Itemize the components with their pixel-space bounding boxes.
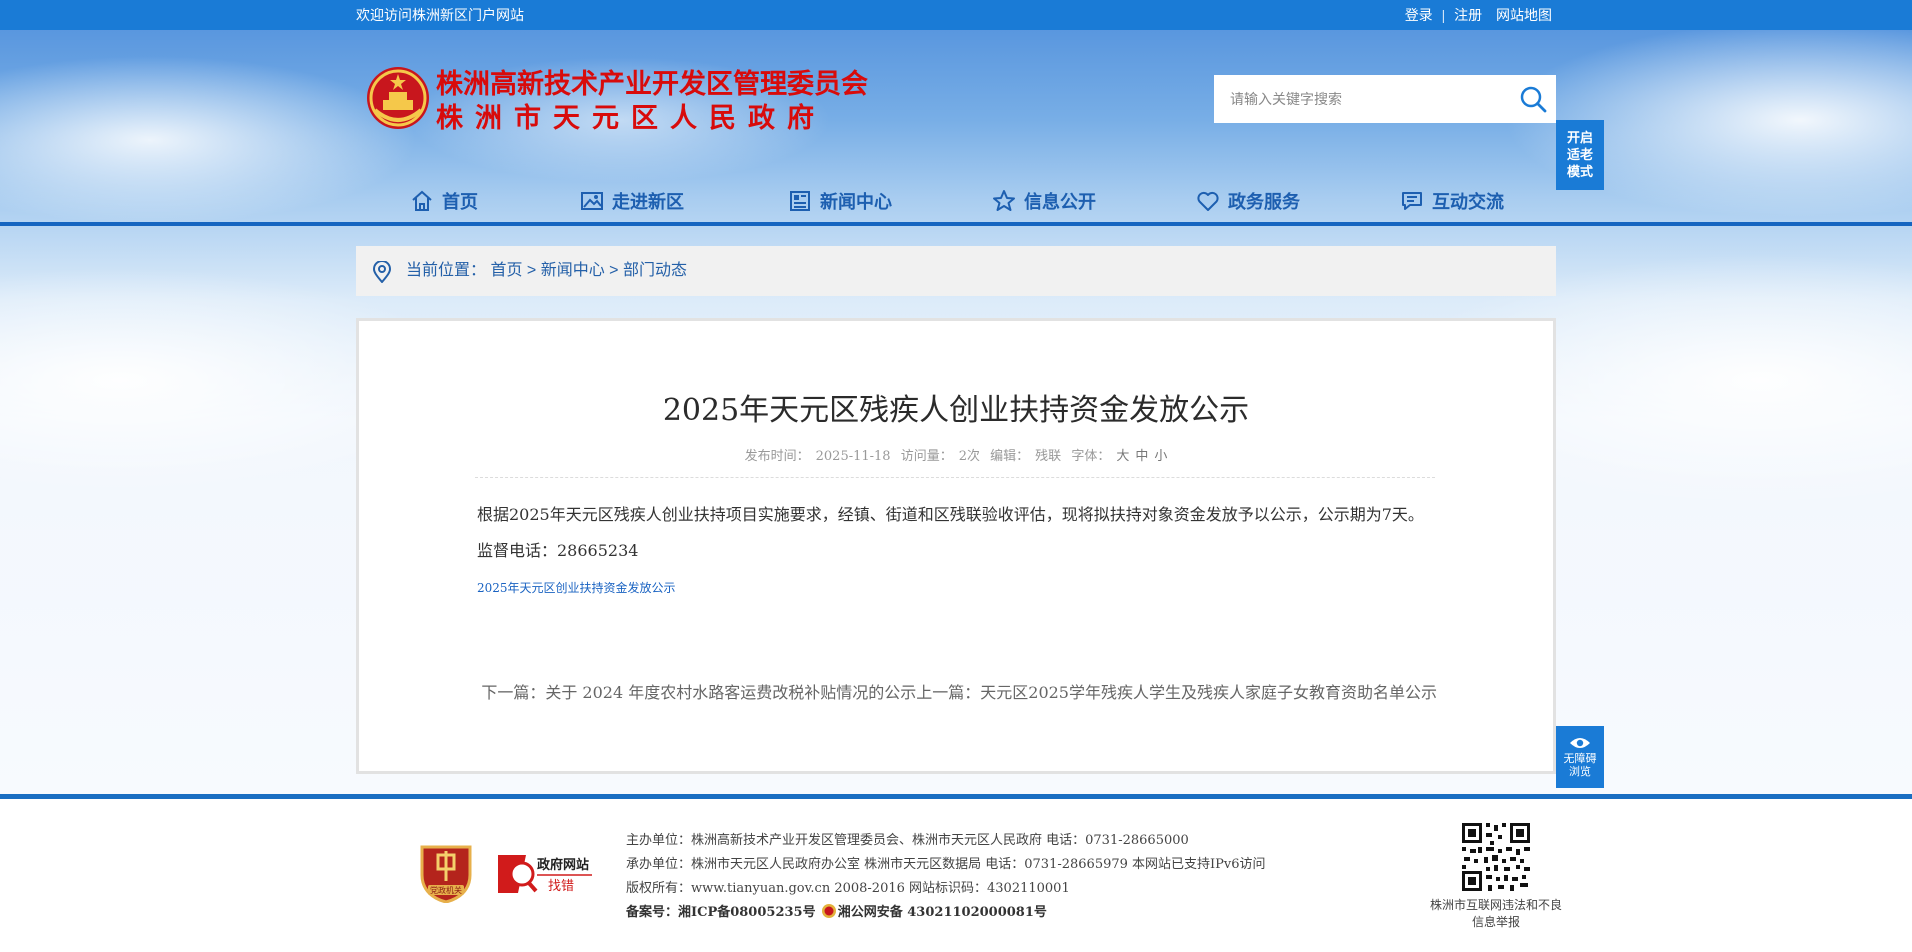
nav-item-about[interactable]: 走进新区 (580, 180, 684, 222)
font-size-label: 字体： (1071, 449, 1111, 464)
report-link[interactable]: 株洲市互联网违法和不良信息举报 (1426, 897, 1566, 931)
location-pin-icon (372, 261, 392, 283)
footer-info: 主办单位：株洲高新技术产业开发区管理委员会、株洲市天元区人民政府 电话：0731… (626, 829, 1266, 925)
footer-copyright: 版权所有：www.tianyuan.gov.cn 2008-2016 网站标识码… (626, 881, 1070, 896)
elder-mode-button[interactable]: 开启适老模式 (1556, 120, 1604, 190)
prev-label: 上一篇： (916, 683, 981, 702)
site-title-line2: 株洲市天元区人民政府 (436, 103, 826, 134)
prev-article-link[interactable]: 天元区2025学年残疾人学生及残疾人家庭子女教育资助名单公示 (980, 683, 1437, 702)
login-link[interactable]: 登录 (1405, 7, 1433, 23)
main-nav: 首页 走进新区 新闻中心 信息公开 政务服务 互动交流 (356, 180, 1552, 222)
chat-icon (1402, 192, 1422, 210)
article-pager: 下一篇：关于 2024 年度农村水路客运费改税补贴情况的公示上一篇：天元区202… (481, 679, 1437, 703)
gov-site-error-report-badge[interactable]: 政府网站 找错 (496, 851, 594, 897)
editor-label: 编辑： (990, 449, 1030, 464)
eye-icon (1570, 738, 1590, 748)
attachment-link[interactable]: 2025年天元区创业扶持资金发放公示 (477, 579, 676, 596)
meta-divider (475, 477, 1435, 478)
views-count: 2次 (958, 449, 981, 464)
qr-code (1460, 821, 1532, 893)
editor-name: 残联 (1035, 449, 1062, 464)
nav-label-services: 政务服务 (1228, 192, 1300, 213)
elder-mode-label: 开启适老模式 (1566, 131, 1593, 180)
nav-item-disclosure[interactable]: 信息公开 (992, 180, 1096, 222)
nav-label-news: 新闻中心 (820, 192, 892, 213)
breadcrumb-current-link[interactable]: 部门动态 (623, 262, 687, 279)
footer-host: 主办单位：株洲高新技术产业开发区管理委员会、株洲市天元区人民政府 电话：0731… (626, 833, 1189, 848)
next-label: 下一篇： (481, 683, 546, 702)
nav-divider (0, 222, 1912, 226)
nav-label-disclosure: 信息公开 (1024, 192, 1096, 213)
site-title: 株洲高新技术产业开发区管理委员会 株洲市天元区人民政府 (436, 68, 868, 136)
nav-item-news[interactable]: 新闻中心 (788, 180, 892, 222)
sitemap-link[interactable]: 网站地图 (1496, 7, 1552, 23)
breadcrumb-separator: > (522, 262, 541, 279)
icp-link[interactable]: 湘ICP备08005235号 (678, 905, 816, 920)
site-title-line1: 株洲高新技术产业开发区管理委员会 (436, 69, 868, 100)
article-panel: 2025年天元区残疾人创业扶持资金发放公示 发布时间： 2025-11-18 访问… (356, 318, 1556, 774)
top-links-separator: | (1441, 7, 1446, 23)
picture-icon (581, 192, 603, 210)
nav-item-services[interactable]: 政务服务 (1196, 180, 1300, 222)
breadcrumb-label: 当前位置： (406, 262, 487, 279)
views-label: 访问量： (900, 449, 953, 464)
gov-site-badge-text: 政府网站 (537, 857, 589, 873)
font-large-button[interactable]: 大 (1116, 449, 1129, 464)
nav-label-interaction: 互动交流 (1432, 192, 1504, 213)
breadcrumb-home-link[interactable]: 首页 (490, 262, 522, 279)
police-record-link[interactable]: 湘公网安备 43021102000081号 (838, 905, 1047, 920)
nav-label-about: 走进新区 (612, 192, 684, 213)
newspaper-icon (790, 191, 810, 211)
article-meta: 发布时间： 2025-11-18 访问量： 2次 编辑： 残联 字体： 大中小 (359, 445, 1553, 464)
accessibility-button[interactable]: 无障碍浏览 (1556, 726, 1604, 788)
font-medium-button[interactable]: 中 (1135, 449, 1148, 464)
breadcrumb-separator: > (604, 262, 623, 279)
icp-label: 备案号： (626, 905, 679, 920)
next-article-link[interactable]: 关于 2024 年度农村水路客运费改税补贴情况的公示 (545, 683, 916, 702)
national-emblem-logo[interactable] (365, 64, 431, 132)
nav-label-home: 首页 (442, 192, 478, 213)
police-badge-icon (821, 904, 836, 918)
party-government-badge[interactable]: 党政机关 (418, 841, 474, 903)
footer-organizer: 承办单位：株洲市天元区人民政府办公室 株洲市天元区数据局 电话：0731-286… (626, 857, 1266, 872)
breadcrumb-news-link[interactable]: 新闻中心 (541, 262, 605, 279)
font-small-button[interactable]: 小 (1154, 449, 1167, 464)
find-error-text: 找错 (548, 879, 574, 894)
welcome-text: 欢迎访问株洲新区门户网站 (356, 7, 524, 23)
party-badge-text: 党政机关 (430, 885, 462, 895)
article-title: 2025年天元区残疾人创业扶持资金发放公示 (662, 393, 1250, 428)
heart-icon (1197, 191, 1219, 211)
breadcrumb: 当前位置： 首页 > 新闻中心 > 部门动态 (356, 246, 1556, 296)
footer: 党政机关 政府网站 找错 主办单位：株洲高新技术产业开发区管理委员会、株洲市天元… (0, 799, 1912, 952)
publish-date-label: 发布时间： (744, 449, 810, 464)
search-input[interactable] (1214, 75, 1504, 123)
register-link[interactable]: 注册 (1454, 7, 1482, 23)
top-bar: 欢迎访问株洲新区门户网站 登录 | 注册 网站地图 (0, 0, 1912, 30)
search-icon[interactable] (1518, 84, 1548, 114)
article-body: 根据2025年天元区残疾人创业扶持项目实施要求，经镇、街道和区残联验收评估，现将… (477, 505, 1424, 560)
accessibility-label: 无障碍浏览 (1563, 752, 1597, 778)
top-links: 登录 | 注册 网站地图 (1405, 0, 1552, 30)
footer-icp-row: 备案号：湘ICP备08005235号 湘公网安备 43021102000081号 (626, 901, 1266, 925)
home-icon (412, 190, 432, 211)
publish-date: 2025-11-18 (815, 449, 891, 464)
nav-item-interaction[interactable]: 互动交流 (1400, 180, 1504, 222)
search-box (1214, 75, 1556, 123)
nav-item-home[interactable]: 首页 (410, 180, 478, 222)
star-icon (993, 190, 1015, 211)
